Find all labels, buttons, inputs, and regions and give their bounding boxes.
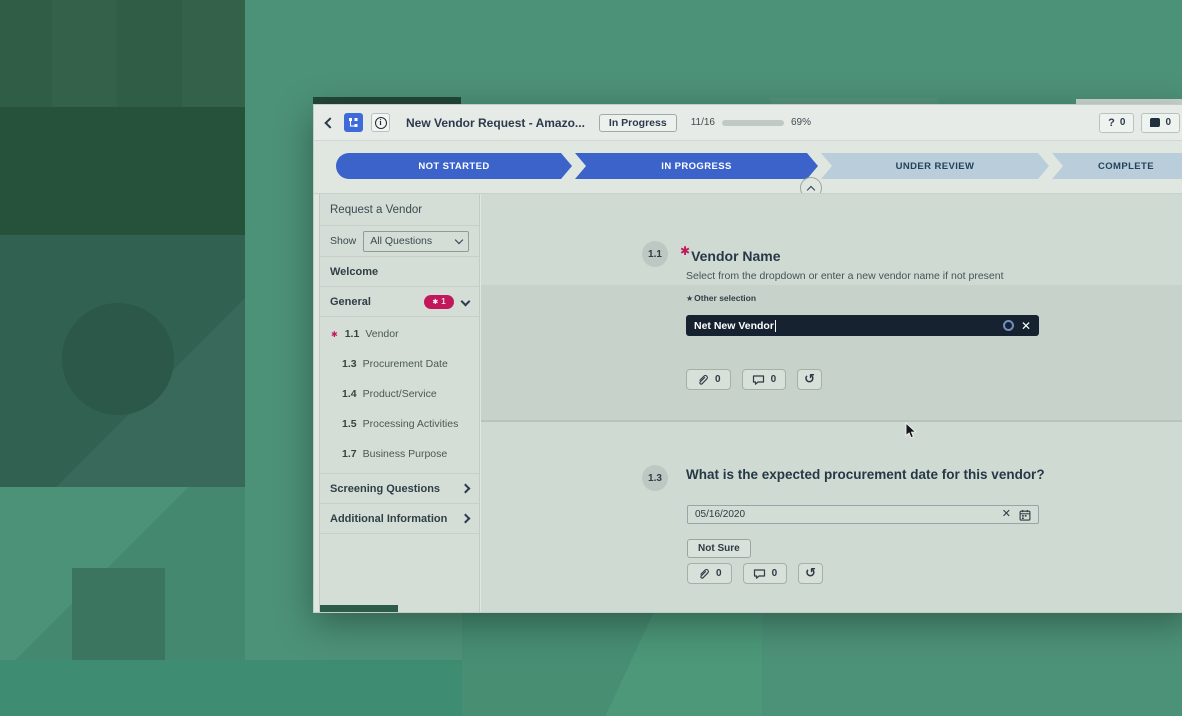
- clear-date-icon[interactable]: ✕: [1002, 509, 1011, 520]
- spinner-icon: [1003, 320, 1014, 331]
- chevron-down-icon: [455, 235, 463, 243]
- back-button[interactable]: [326, 119, 334, 127]
- toolbar: i New Vendor Request - Amazo... In Progr…: [314, 105, 1182, 141]
- show-questions-select[interactable]: All Questions: [363, 231, 469, 252]
- sidebar-item-1-1-vendor[interactable]: ✱ 1.1 Vendor: [320, 319, 479, 349]
- not-sure-button[interactable]: Not Sure: [687, 539, 751, 558]
- text-caret: [775, 320, 776, 332]
- progress-percent: 69%: [791, 117, 811, 128]
- comment-icon: [1150, 118, 1160, 127]
- request-title: New Vendor Request - Amazo...: [406, 116, 585, 130]
- tree-icon: [348, 117, 359, 128]
- calendar-icon[interactable]: [1019, 509, 1031, 521]
- info-icon: i: [375, 117, 387, 129]
- chevron-left-icon: [324, 117, 335, 128]
- required-count-badge: ✱ 1: [424, 295, 454, 309]
- question-actions: 0 0 ↺: [686, 369, 822, 390]
- star-icon: ★: [686, 294, 693, 303]
- asterisk-icon: ✱: [432, 298, 438, 306]
- stage-complete[interactable]: COMPLETE: [1052, 153, 1182, 179]
- procurement-date-input[interactable]: 05/16/2020 ✕: [687, 505, 1039, 524]
- question-divider: [481, 421, 1182, 422]
- sidebar-item-general[interactable]: General ✱ 1: [320, 287, 479, 317]
- paperclip-icon: [697, 567, 710, 580]
- bg-bottom-band: [0, 660, 462, 716]
- question-description: Select from the dropdown or enter a new …: [686, 270, 1004, 282]
- bg-low-square: [72, 568, 165, 660]
- outline-tree-button[interactable]: [344, 113, 363, 132]
- comments-button[interactable]: 0: [743, 563, 788, 584]
- progress-count: 11/16: [691, 117, 715, 128]
- history-icon: ↺: [805, 566, 816, 579]
- date-value: 05/16/2020: [695, 509, 745, 520]
- other-selection-label: ★Other selection: [686, 293, 756, 303]
- question-actions: 0 0 ↺: [687, 563, 823, 584]
- history-icon: ↺: [804, 372, 815, 385]
- show-selected-value: All Questions: [370, 235, 432, 247]
- chevron-right-icon: [461, 484, 471, 494]
- desktop-background: i New Vendor Request - Amazo... In Progr…: [0, 0, 1182, 716]
- bg-dark-band: [0, 107, 245, 235]
- progress-bar: [722, 120, 784, 126]
- chevron-down-icon: [461, 297, 471, 307]
- comments-button[interactable]: 0: [742, 369, 787, 390]
- stage-progress-bar: NOT STARTED IN PROGRESS UNDER REVIEW COM…: [336, 153, 1182, 179]
- bg-striped-block: [0, 0, 245, 107]
- general-question-list: ✱ 1.1 Vendor 1.3 Procurement Date 1.4 Pr…: [320, 317, 479, 474]
- paperclip-icon: [696, 373, 709, 386]
- chevron-right-icon: [461, 514, 471, 524]
- sidebar-item-welcome[interactable]: Welcome: [320, 257, 479, 287]
- sidebar: Request a Vendor Show All Questions Welc…: [319, 194, 480, 612]
- app-window: i New Vendor Request - Amazo... In Progr…: [313, 104, 1182, 613]
- question-title: What is the expected procurement date fo…: [686, 467, 1045, 482]
- stage-under-review[interactable]: UNDER REVIEW: [821, 153, 1049, 179]
- bg-circle: [62, 303, 174, 415]
- sidebar-item-1-7-business-purpose[interactable]: 1.7 Business Purpose: [320, 439, 479, 469]
- sidebar-item-1-4-product-service[interactable]: 1.4 Product/Service: [320, 379, 479, 409]
- required-asterisk-icon: ✱: [680, 244, 690, 258]
- question-number-badge: 1.1: [642, 241, 668, 267]
- question-title: ✱Vendor Name: [686, 244, 781, 264]
- vendor-name-value: Net New Vendor: [694, 320, 774, 332]
- help-button[interactable]: ? 0: [1099, 113, 1134, 133]
- bg-strip-dark: [313, 97, 461, 104]
- stage-not-started[interactable]: NOT STARTED: [336, 153, 572, 179]
- vendor-name-input[interactable]: Net New Vendor ✕: [686, 315, 1039, 336]
- comments-button[interactable]: 0: [1141, 113, 1180, 133]
- required-asterisk-icon: ✱: [331, 330, 338, 339]
- history-button[interactable]: ↺: [797, 369, 822, 390]
- help-count: 0: [1120, 117, 1126, 128]
- show-label: Show: [330, 235, 356, 247]
- question-number-badge: 1.3: [642, 465, 668, 491]
- sidebar-item-1-3-procurement-date[interactable]: 1.3 Procurement Date: [320, 349, 479, 379]
- sidebar-item-additional-information[interactable]: Additional Information: [320, 504, 479, 534]
- question-mark-icon: ?: [1108, 117, 1115, 129]
- window-body: Request a Vendor Show All Questions Welc…: [314, 193, 1182, 612]
- sidebar-header: Request a Vendor: [320, 194, 479, 226]
- comment-icon: [753, 568, 766, 580]
- active-question-highlight: [481, 285, 1182, 421]
- toolbar-right-actions: ? 0 0: [1099, 113, 1180, 133]
- status-badge: In Progress: [599, 114, 677, 132]
- clear-input-icon[interactable]: ✕: [1021, 320, 1031, 332]
- sidebar-clipped-element: [320, 605, 398, 612]
- comment-icon: [752, 374, 765, 386]
- comments-count: 0: [1165, 117, 1171, 128]
- mouse-cursor: [905, 422, 917, 445]
- sidebar-item-screening-questions[interactable]: Screening Questions: [320, 474, 479, 504]
- attachments-button[interactable]: 0: [686, 369, 731, 390]
- attachments-button[interactable]: 0: [687, 563, 732, 584]
- question-panel: 1.1 ✱Vendor Name Select from the dropdow…: [481, 194, 1182, 612]
- bg-bottom-diagonal: [462, 613, 762, 716]
- show-filter-row: Show All Questions: [320, 226, 479, 257]
- history-button[interactable]: ↺: [798, 563, 823, 584]
- info-button[interactable]: i: [371, 113, 390, 132]
- sidebar-item-1-5-processing-activities[interactable]: 1.5 Processing Activities: [320, 409, 479, 439]
- stage-in-progress[interactable]: IN PROGRESS: [575, 153, 818, 179]
